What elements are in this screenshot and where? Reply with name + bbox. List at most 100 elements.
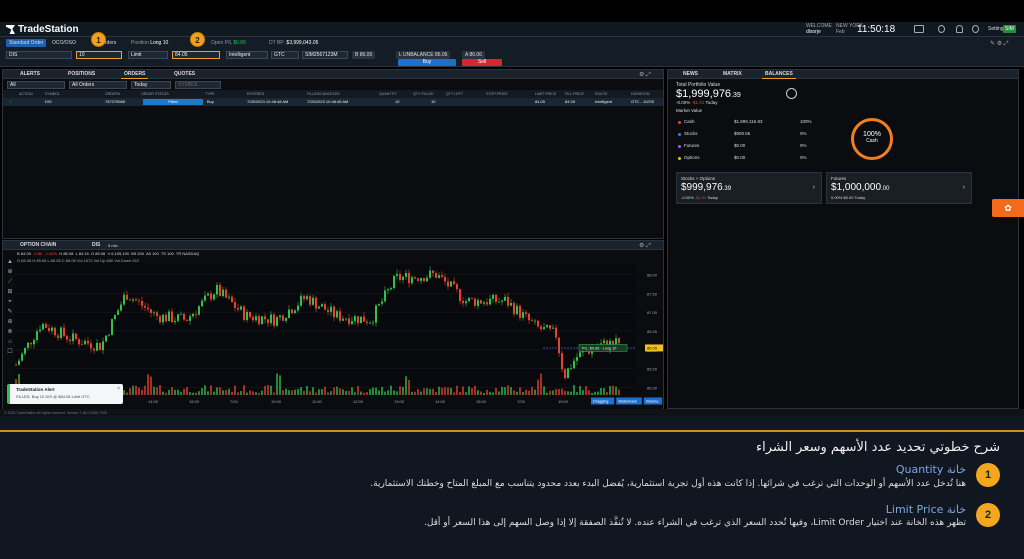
volume-bar <box>321 389 323 395</box>
tab-news[interactable]: NEWS <box>680 71 701 79</box>
eye-icon[interactable] <box>786 88 797 99</box>
header-qty-filled[interactable]: QTY FILLED <box>413 92 434 96</box>
filter-all-select[interactable]: All <box>7 81 65 89</box>
feedback-icon[interactable]: ✿ <box>992 199 1024 217</box>
candle-body <box>366 321 368 323</box>
header-stop-price[interactable]: STOP PRICE <box>486 92 508 96</box>
candle-body <box>495 294 497 302</box>
table-row[interactable]: ✓ DIS 787375565 Filled Buy 7/25/2023 10:… <box>3 98 663 106</box>
limit-price-input[interactable]: 84.05 <box>172 51 220 59</box>
volume-bar <box>384 391 386 395</box>
duration-select[interactable]: GTC <box>271 51 299 59</box>
trade-alert-toast[interactable]: TradeStation Alert FILLED: Buy 10 DIS @ … <box>7 384 123 404</box>
portfolio-change: -0.00% -$1.01 Today <box>676 100 717 105</box>
order-type-select[interactable]: Limit <box>128 51 168 59</box>
header-type[interactable]: TYPE <box>205 92 214 96</box>
header-order-status[interactable]: ORDER STATUS <box>141 92 169 96</box>
candle-body <box>78 339 80 345</box>
candle-body <box>342 318 344 321</box>
volume-bar <box>555 389 557 395</box>
candle-body <box>435 273 437 278</box>
candle-body <box>255 316 257 321</box>
volume-bar <box>135 385 137 395</box>
tab-matrix[interactable]: MATRIX <box>720 71 745 79</box>
step-badge-1: 1 <box>91 32 106 47</box>
header-action[interactable]: ACTION <box>19 92 33 96</box>
user-icon[interactable] <box>972 25 979 33</box>
pin-icon[interactable]: ✎ ⚙ ⤢ <box>990 40 1009 48</box>
account-select[interactable]: SIM2567123M <box>302 51 348 59</box>
volume-bar <box>231 391 233 395</box>
volume-bar <box>408 380 410 395</box>
volume-bar <box>255 392 257 395</box>
header-route[interactable]: ROUTE <box>595 92 608 96</box>
header-filled-canceled[interactable]: FILLED/CANCELED <box>307 92 340 96</box>
volume-bar <box>186 387 188 395</box>
footer-text: © 2023 TradeStation All rights reserved.… <box>0 409 1024 417</box>
volume-bar <box>495 387 497 395</box>
tab-dis-chart[interactable]: DIS <box>89 242 103 250</box>
candle-body <box>294 310 296 314</box>
volume-bar <box>129 388 131 395</box>
standard-order-tab[interactable]: Standard Order <box>6 39 47 47</box>
filter-orders-select[interactable]: All Orders <box>69 81 127 89</box>
volume-bar <box>192 392 194 395</box>
tab-alerts[interactable]: ALERTS <box>17 71 43 79</box>
open-pl-value: $0.65 <box>233 40 246 46</box>
alert-text: FILLED: Buy 10 DIS @ $84.05 Limit GTC <box>16 394 90 399</box>
layout-icon[interactable] <box>914 25 924 33</box>
step-2-text: تظهر هذه الخانة عند اختيار Limit Order، … <box>423 518 966 528</box>
tab-orders[interactable]: ORDERS <box>121 71 149 79</box>
symbol-input[interactable]: DIS <box>6 51 72 59</box>
stocks-options-card[interactable]: Stocks + Options $999,976.39 -0.00% -$1.… <box>676 172 822 204</box>
candle-body <box>246 311 248 321</box>
volume-bar <box>609 385 611 395</box>
headset-icon[interactable] <box>938 25 945 33</box>
futures-card[interactable]: Futures $1,000,000.00 0.00% $0.00 Today … <box>826 172 972 204</box>
tab-quotes[interactable]: QUOTES <box>171 71 198 79</box>
header-limit-price[interactable]: LIMIT PRICE <box>535 92 556 96</box>
notification-icon[interactable] <box>956 25 963 33</box>
panel-settings-icon[interactable]: ⚙ ⤢ <box>639 71 651 79</box>
quote-change-pct: -1.06% <box>44 251 58 256</box>
header-symbol[interactable]: SYMBOL <box>45 92 60 96</box>
filter-today-select[interactable]: Today <box>131 81 171 89</box>
oco-tab[interactable]: OCO/OSO <box>49 39 79 47</box>
candle-body <box>450 281 452 287</box>
tab-positions[interactable]: POSITIONS <box>65 71 98 79</box>
tab-option-chain[interactable]: OPTION CHAIN <box>17 242 59 250</box>
header-fill-price[interactable]: FILL PRICE <box>565 92 584 96</box>
candle-body <box>300 295 302 306</box>
candle-body <box>534 320 536 322</box>
header-order-number[interactable]: ORDER# <box>105 92 120 96</box>
chart-settings-icon[interactable]: ⚙ ⤢ <box>639 242 651 250</box>
quote-volume: V 6,105,100 <box>107 251 130 256</box>
route-select[interactable]: Intelligent <box>226 51 268 59</box>
header-qty-left[interactable]: QTY LEFT <box>446 92 463 96</box>
volume-bar <box>546 392 548 395</box>
header-quantity[interactable]: QUANTITY <box>379 92 397 96</box>
candle-body <box>339 311 341 321</box>
volume-bar <box>561 388 563 395</box>
drawing-toolbar[interactable]: ▲ ⊕ ⟋ ⊞ ⌖ ✎ ⊕ ⊗ ⌂ ☐ <box>5 257 15 367</box>
volume-bar <box>369 389 371 395</box>
symbol-filter-input[interactable]: SYMBOL <box>175 81 221 89</box>
sell-button[interactable]: Sell <box>462 59 502 66</box>
position-label: Position <box>131 40 149 46</box>
bid-chip: B 86.00 <box>352 51 376 59</box>
header-entered[interactable]: ENTERED <box>247 92 264 96</box>
candle-body <box>396 273 398 276</box>
volume-bar <box>273 392 275 395</box>
header-duration[interactable]: DURATION <box>631 92 650 96</box>
close-icon[interactable]: × <box>117 386 120 392</box>
tab-balances[interactable]: BALANCES <box>762 71 796 79</box>
card1-value: $999,976.39 <box>681 182 731 193</box>
volume-bar <box>453 392 455 395</box>
buy-button[interactable]: Buy <box>398 59 456 66</box>
candle-body <box>21 353 23 361</box>
volume-bar <box>486 389 488 395</box>
step-1-title: خانة Quantity <box>895 463 966 476</box>
candle-body <box>249 311 251 317</box>
quantity-input[interactable]: 10 <box>76 51 122 59</box>
interval-select[interactable]: 5 min <box>105 242 121 250</box>
